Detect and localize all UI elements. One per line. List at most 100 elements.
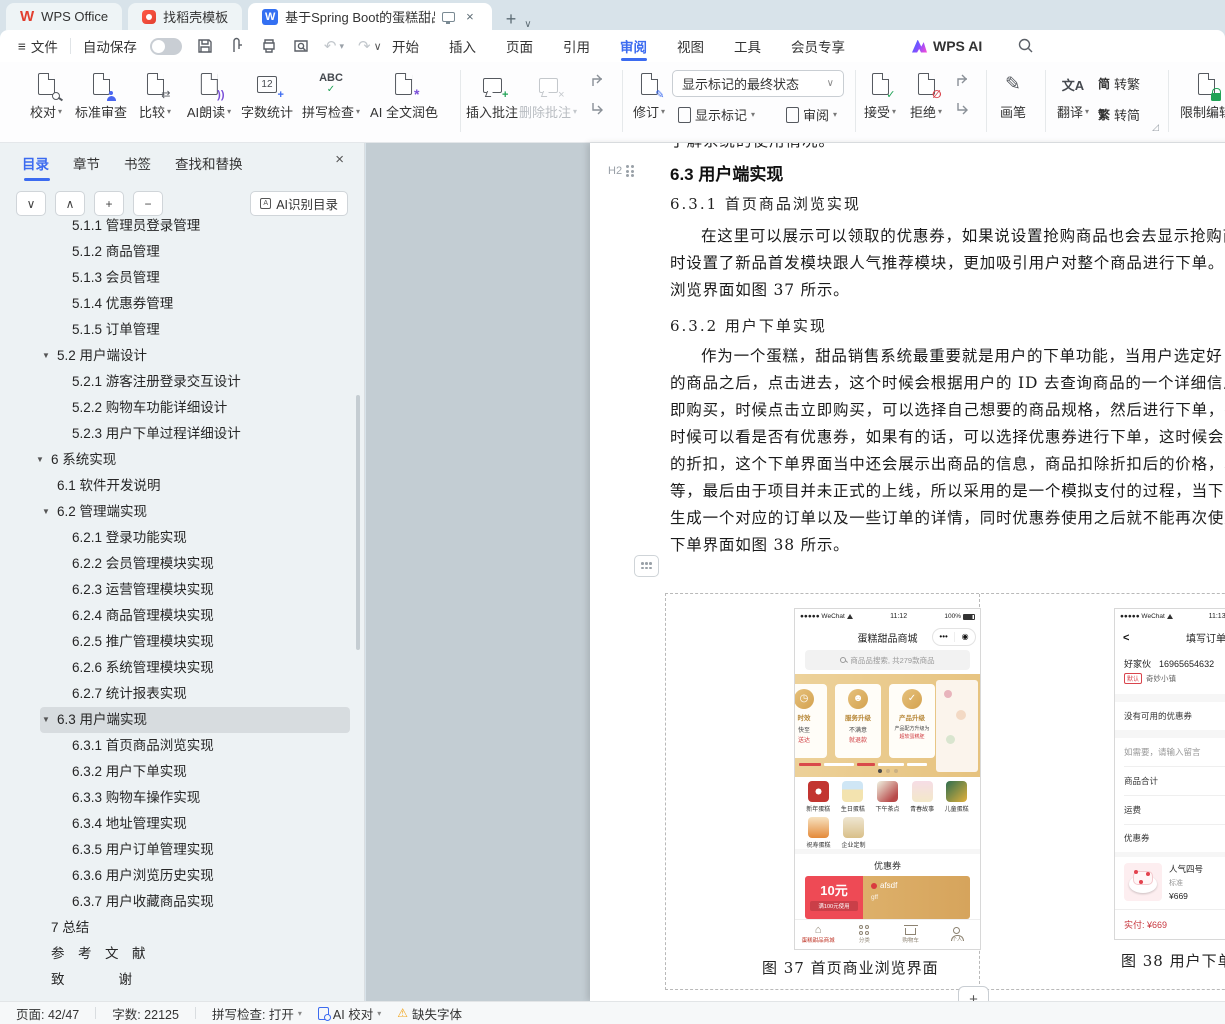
doc-heading-6-3-1[interactable]: 6.3.1 首页商品浏览实现: [670, 193, 861, 214]
next-change-icon[interactable]: [955, 102, 971, 120]
translate-button[interactable]: 文A 翻译 ▾: [1057, 70, 1089, 121]
tab-insert[interactable]: 插入: [449, 30, 476, 62]
tab-list-chevron-icon[interactable]: ∨: [520, 19, 535, 30]
toc-item[interactable]: 5.2.2 购物车功能详细设计: [0, 395, 354, 421]
show-markup-button[interactable]: 显示标记 ▾: [678, 105, 755, 124]
tab-member[interactable]: 会员专享: [791, 30, 845, 62]
word-count-button[interactable]: 12 + 字数统计: [241, 70, 293, 121]
close-tab-icon[interactable]: ×: [462, 9, 478, 24]
tab-wps-office[interactable]: W WPS Office: [6, 3, 123, 30]
toc-item[interactable]: 6.2.4 商品管理模块实现: [0, 603, 354, 629]
figure-table[interactable]: ●●●●● WeChat 11:12 100% 蛋糕甜品商城 ••• ◉ 商品品搜…: [665, 593, 1225, 990]
toc-item[interactable]: ▼ 6.2 管理端实现: [0, 499, 354, 525]
toc-item[interactable]: 6.3.6 用户浏览历史实现: [0, 863, 354, 889]
sidebar-scrollbar[interactable]: [356, 395, 360, 650]
tab-view[interactable]: 视图: [677, 30, 704, 62]
doc-text-line[interactable]: 浏览界面如图 37 所示。: [670, 277, 1225, 304]
page-indicator[interactable]: 页面: 42/47: [16, 1004, 79, 1023]
toc-item-selected[interactable]: ▼ 6.3 用户端实现: [40, 707, 350, 733]
document-page[interactable]: 了解系统的使用情况。 H2 6.3 用户端实现 6.3.1 首页商品浏览实现 在…: [590, 143, 1225, 1001]
collapse-triangle-icon[interactable]: ▼: [42, 499, 57, 525]
collapse-triangle-icon[interactable]: ▼: [36, 447, 51, 473]
tab-document[interactable]: W 基于Spring Boot的蛋糕甜品销 ×: [248, 3, 492, 30]
doc-heading-6-3-2[interactable]: 6.3.2 用户下单实现: [670, 315, 827, 336]
doc-paragraph[interactable]: 在这里可以展示可以领取的优惠券，如果说设置抢购商品也会去显示抢购商 时设置了新品…: [670, 223, 1225, 304]
toc-item[interactable]: 5.1.3 会员管理: [0, 265, 354, 291]
delete-comment-button[interactable]: × 删除批注 ▾: [519, 70, 577, 121]
previous-comment-icon[interactable]: [590, 74, 606, 92]
ai-read-aloud-button[interactable]: )) AI朗读 ▾: [187, 70, 231, 121]
insert-comment-button[interactable]: + 插入批注: [466, 70, 518, 121]
doc-text-line[interactable]: 的折扣，这个下单界面当中还会展示出商品的信息，商品扣除折扣后的价格，场: [670, 451, 1225, 478]
word-count-indicator[interactable]: 字数: 22125: [112, 1004, 179, 1023]
markup-state-dropdown[interactable]: 显示标记的最终状态 ∨: [672, 70, 844, 97]
accept-button[interactable]: ✓ 接受 ▾: [864, 70, 896, 121]
figure-38-image[interactable]: ●●●●● WeChat 11:13 100% < 填写订单 •••◉ 好家伙1…: [1114, 608, 1225, 940]
toc-item[interactable]: 6.3.4 地址管理实现: [0, 811, 354, 837]
toc-item[interactable]: 参 考 文 献: [0, 941, 354, 967]
toc-item[interactable]: 5.1.5 订单管理: [0, 317, 354, 343]
doc-text-line[interactable]: 等，最后由于项目并未正式的上线，所以采用的是一个模拟支付的过程，当下单: [670, 478, 1225, 505]
tab-find-replace[interactable]: 查找和替换: [175, 153, 243, 181]
insert-page-button[interactable]: +: [958, 986, 989, 1001]
doc-text-line[interactable]: 生成一个对应的订单以及一些订单的详情，同时优惠券使用之后就不能再次使用: [670, 505, 1225, 532]
table-drag-handle[interactable]: [634, 555, 659, 577]
toc-item[interactable]: 6.3.7 用户收藏商品实现: [0, 889, 354, 915]
print-button[interactable]: [260, 37, 278, 55]
spell-check-status[interactable]: 拼写检查: 打开 ▾: [212, 1004, 302, 1023]
toc-item[interactable]: 5.1.4 优惠券管理: [0, 291, 354, 317]
doc-text-line[interactable]: 的商品之后，点击进去，这个时候会根据用户的 ID 去查询商品的一个详细信息，: [670, 370, 1225, 397]
proofread-button[interactable]: 校对 ▾: [30, 70, 62, 121]
toc-item[interactable]: 6.3.3 购物车操作实现: [0, 785, 354, 811]
undo-icon[interactable]: ↶: [324, 37, 337, 55]
doc-text-line[interactable]: 在这里可以展示可以领取的优惠券，如果说设置抢购商品也会去显示抢购商: [670, 223, 1225, 250]
toc-item[interactable]: 7 总结: [0, 915, 354, 941]
tab-bookmarks[interactable]: 书签: [124, 153, 151, 181]
to-traditional-button[interactable]: 简 转繁: [1098, 74, 1140, 93]
reviewers-button[interactable]: 审阅 ▾: [786, 105, 837, 124]
tab-tools[interactable]: 工具: [734, 30, 761, 62]
new-tab-button[interactable]: +: [502, 9, 521, 30]
doc-text-line[interactable]: 时设置了新品首发模块跟人气推荐模块，更加吸引用户对整个商品进行下单。首: [670, 250, 1225, 277]
redo-icon[interactable]: ↷: [358, 37, 371, 55]
reject-button[interactable]: ∅ 拒绝 ▾: [910, 70, 942, 121]
wps-ai-button[interactable]: WPS AI: [912, 30, 982, 62]
to-simplified-button[interactable]: 繁 转简: [1098, 105, 1140, 124]
print-preview-button[interactable]: [292, 37, 310, 55]
toc-item[interactable]: 6.1 软件开发说明: [0, 473, 354, 499]
ink-brush-button[interactable]: ✎ 画笔: [1000, 70, 1026, 121]
previous-change-icon[interactable]: [955, 74, 971, 92]
toc-item[interactable]: 6.3.2 用户下单实现: [0, 759, 354, 785]
toc-item[interactable]: 6.2.3 运营管理模块实现: [0, 577, 354, 603]
toc-item[interactable]: 致 谢: [0, 967, 354, 993]
toc-item[interactable]: 5.1.2 商品管理: [0, 239, 354, 265]
drag-dots-icon[interactable]: [626, 165, 634, 177]
doc-text-line[interactable]: 了解系统的使用情况。: [670, 143, 835, 151]
tab-chapters[interactable]: 章节: [73, 153, 100, 181]
toc-item[interactable]: 5.2.1 游客注册登录交互设计: [0, 369, 354, 395]
tab-docer-templates[interactable]: 找稻壳模板: [128, 3, 243, 30]
doc-text-line[interactable]: 即购买，时候点击立即购买，可以选择自己想要的商品规格，然后进行下单，在: [670, 397, 1225, 424]
toc-item[interactable]: ▼ 6 系统实现: [0, 447, 354, 473]
doc-heading-6-3[interactable]: 6.3 用户端实现: [670, 160, 783, 185]
save-button[interactable]: [196, 37, 214, 55]
toc-item[interactable]: 6.2.1 登录功能实现: [0, 525, 354, 551]
search-icon[interactable]: [1017, 37, 1034, 54]
toc-item[interactable]: 6.3.5 用户订单管理实现: [0, 837, 354, 863]
file-menu-button[interactable]: ≡ 文件: [18, 36, 58, 56]
tab-toc[interactable]: 目录: [22, 153, 50, 181]
restrict-editing-button[interactable]: 限制编辑: [1180, 70, 1225, 121]
toc-item[interactable]: 6.2.7 统计报表实现: [0, 681, 354, 707]
collapse-triangle-icon[interactable]: ▼: [42, 343, 57, 369]
export-pdf-button[interactable]: [228, 37, 246, 55]
toc-item[interactable]: 6.2.6 系统管理模块实现: [0, 655, 354, 681]
doc-text-line[interactable]: 时候可以看是否有优惠券，如果有的话，可以选择优惠券进行下单，这时候会产: [670, 424, 1225, 451]
toc-item[interactable]: 5.1.1 管理员登录管理: [0, 213, 354, 239]
heading-level-badge[interactable]: H2: [608, 165, 634, 177]
toc-item[interactable]: ▼ 5.2 用户端设计: [0, 343, 354, 369]
tab-home[interactable]: 开始: [392, 30, 419, 62]
missing-font-warning[interactable]: ⚠ 缺失字体: [397, 1004, 462, 1023]
toc-item[interactable]: 6.2.2 会员管理模块实现: [0, 551, 354, 577]
close-sidebar-icon[interactable]: ×: [335, 151, 344, 168]
doc-text-line[interactable]: 作为一个蛋糕，甜品销售系统最重要就是用户的下单功能，当用户选定好自: [670, 343, 1225, 370]
